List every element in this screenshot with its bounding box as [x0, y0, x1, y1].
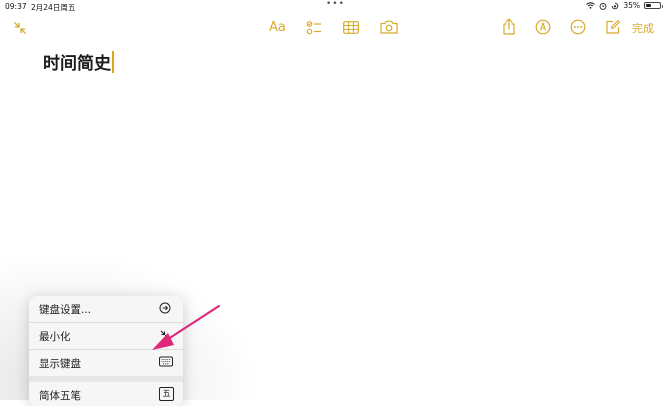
annotation-arrow	[152, 304, 221, 350]
